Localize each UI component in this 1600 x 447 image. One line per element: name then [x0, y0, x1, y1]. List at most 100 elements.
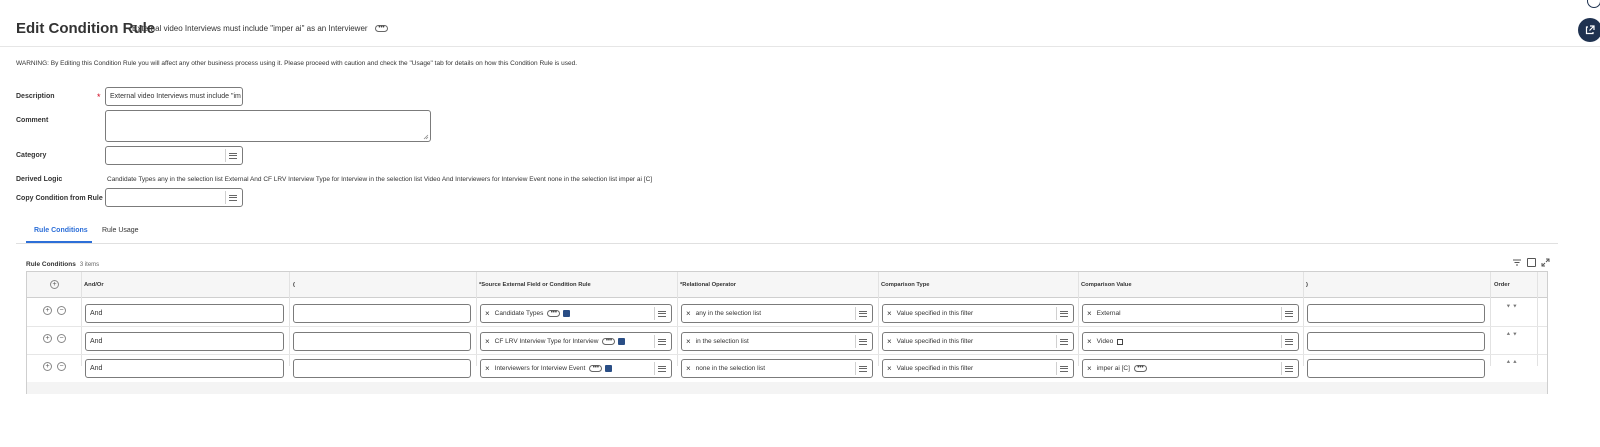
external-link-icon[interactable]: [1117, 338, 1124, 345]
remove-chip-icon[interactable]: ×: [887, 337, 892, 346]
share-button[interactable]: [1578, 18, 1600, 42]
operator-prompt[interactable]: × in the selection list: [681, 332, 873, 351]
close-paren-input[interactable]: [1307, 304, 1485, 323]
remove-chip-icon[interactable]: ×: [485, 309, 490, 318]
list-icon[interactable]: [229, 152, 237, 159]
add-row-button[interactable]: +: [50, 280, 59, 289]
remove-chip-icon[interactable]: ×: [1087, 309, 1092, 318]
column-header-close-paren[interactable]: ): [1306, 282, 1308, 288]
list-icon[interactable]: [859, 310, 867, 317]
list-icon[interactable]: [1285, 338, 1293, 345]
remove-chip-icon[interactable]: ×: [1087, 364, 1092, 373]
description-input-value: External video Interviews must include "…: [110, 93, 241, 100]
operator-value: none in the selection list: [695, 365, 766, 372]
selected-chip: × Value specified in this filter: [887, 309, 973, 318]
remove-row-button[interactable]: −: [57, 334, 66, 343]
add-row-button[interactable]: +: [43, 306, 52, 315]
grid-footer: [27, 382, 1547, 394]
comparison-type-prompt[interactable]: × Value specified in this filter: [882, 304, 1074, 323]
page-header: Edit Condition Rule External video Inter…: [0, 0, 1600, 47]
list-icon[interactable]: [658, 310, 666, 317]
column-header-order[interactable]: Order: [1494, 282, 1510, 288]
list-icon[interactable]: [859, 338, 867, 345]
columns-icon[interactable]: [1527, 258, 1536, 267]
remove-row-button[interactable]: −: [57, 306, 66, 315]
and-or-input[interactable]: And: [85, 304, 284, 323]
selected-chip: × External: [1087, 309, 1121, 318]
open-paren-input[interactable]: [293, 304, 471, 323]
fullscreen-icon[interactable]: [1541, 258, 1550, 267]
open-paren-input[interactable]: [293, 332, 471, 351]
list-icon[interactable]: [1285, 310, 1293, 317]
remove-chip-icon[interactable]: ×: [1087, 337, 1092, 346]
remove-chip-icon[interactable]: ×: [686, 337, 691, 346]
comparison-value-prompt[interactable]: × External: [1082, 304, 1299, 323]
remove-row-button[interactable]: −: [57, 362, 66, 371]
list-icon[interactable]: [1060, 338, 1068, 345]
related-actions-button[interactable]: •••: [1133, 365, 1147, 372]
description-input[interactable]: External video Interviews must include "…: [105, 87, 243, 106]
list-icon[interactable]: [859, 365, 867, 372]
and-or-input[interactable]: And: [85, 332, 284, 351]
source-field-prompt[interactable]: × Candidate Types •••: [480, 304, 672, 323]
remove-chip-icon[interactable]: ×: [485, 364, 490, 373]
column-header-source[interactable]: *Source External Field or Condition Rule: [479, 282, 591, 288]
and-or-value: And: [90, 365, 103, 372]
column-header-operator[interactable]: *Relational Operator: [680, 282, 736, 288]
and-or-input[interactable]: And: [85, 359, 284, 378]
grid-title: Rule Conditions 3 items: [26, 261, 99, 268]
share-icon: [1585, 25, 1595, 35]
order-arrows[interactable]: ⯆ ⯆: [1506, 304, 1517, 311]
resize-handle-icon[interactable]: [423, 134, 429, 140]
category-label: Category: [16, 152, 47, 159]
source-field-prompt[interactable]: × CF LRV Interview Type for Interview •••: [480, 332, 672, 351]
selected-chip: × none in the selection list: [686, 364, 765, 373]
derived-logic-value: Candidate Types any in the selection lis…: [107, 176, 653, 183]
remove-chip-icon[interactable]: ×: [686, 309, 691, 318]
related-actions-button[interactable]: •••: [547, 310, 561, 317]
operator-prompt[interactable]: × any in the selection list: [681, 304, 873, 323]
order-arrows[interactable]: ⯅ ⯆: [1506, 332, 1517, 339]
remove-chip-icon[interactable]: ×: [887, 364, 892, 373]
selected-chip: × in the selection list: [686, 337, 749, 346]
operator-prompt[interactable]: × none in the selection list: [681, 359, 873, 378]
column-header-open-paren[interactable]: (: [293, 282, 295, 288]
remove-chip-icon[interactable]: ×: [485, 337, 490, 346]
order-arrows[interactable]: ⯅ ⯅: [1506, 360, 1517, 367]
category-prompt[interactable]: [105, 146, 243, 165]
comparison-type-prompt[interactable]: × Value specified in this filter: [882, 359, 1074, 378]
add-row-button[interactable]: +: [43, 334, 52, 343]
column-header-comparison-value[interactable]: Comparison Value: [1081, 282, 1132, 288]
add-row-button[interactable]: +: [43, 362, 52, 371]
column-header-comparison-type[interactable]: Comparison Type: [881, 282, 930, 288]
open-paren-input[interactable]: [293, 359, 471, 378]
close-paren-input[interactable]: [1307, 359, 1485, 378]
tab-rule-usage[interactable]: Rule Usage: [102, 227, 139, 234]
comparison-value-prompt[interactable]: × Video: [1082, 332, 1299, 351]
list-icon[interactable]: [658, 338, 666, 345]
remove-chip-icon[interactable]: ×: [686, 364, 691, 373]
list-icon[interactable]: [1060, 365, 1068, 372]
comparison-type-prompt[interactable]: × Value specified in this filter: [882, 332, 1074, 351]
selected-chip: × Candidate Types •••: [485, 309, 571, 318]
comparison-type-value: Value specified in this filter: [896, 338, 974, 345]
close-paren-input[interactable]: [1307, 332, 1485, 351]
list-icon[interactable]: [1060, 310, 1068, 317]
related-actions-button[interactable]: •••: [589, 365, 603, 372]
related-actions-button[interactable]: •••: [602, 338, 616, 345]
comparison-value-prompt[interactable]: × imper ai [C] •••: [1082, 359, 1299, 378]
source-field-prompt[interactable]: × Interviewers for Interview Event •••: [480, 359, 672, 378]
list-icon[interactable]: [1285, 365, 1293, 372]
comment-textarea[interactable]: [105, 110, 431, 142]
copy-condition-label: Copy Condition from Rule: [16, 195, 103, 202]
list-icon[interactable]: [658, 365, 666, 372]
tab-rule-conditions[interactable]: Rule Conditions: [34, 227, 88, 234]
list-icon[interactable]: [229, 194, 237, 201]
column-header-and-or[interactable]: And/Or: [84, 282, 104, 288]
remove-chip-icon[interactable]: ×: [887, 309, 892, 318]
related-actions-button[interactable]: •••: [375, 25, 388, 32]
operator-value: in the selection list: [695, 338, 749, 345]
filter-icon[interactable]: [1512, 258, 1522, 267]
source-value: CF LRV Interview Type for Interview: [494, 338, 599, 345]
copy-condition-prompt[interactable]: [105, 188, 243, 207]
